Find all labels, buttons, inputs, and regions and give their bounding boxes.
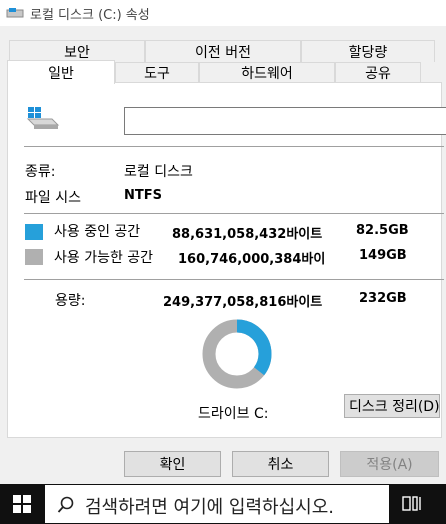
window-title: 로컬 디스크 (C:) 속성 xyxy=(30,8,150,23)
tab-quota[interactable]: 할당량 xyxy=(301,40,435,62)
free-space-swatch xyxy=(25,249,43,265)
used-space-label: 사용 중인 공간 xyxy=(54,224,141,240)
search-icon xyxy=(57,496,74,513)
type-value: 로컬 디스크 xyxy=(124,164,193,180)
used-space-bytes: 88,631,058,432바이트 xyxy=(172,227,323,242)
cancel-button[interactable]: 취소 xyxy=(232,451,329,477)
drive-icon xyxy=(26,107,60,129)
tab-previous-versions[interactable]: 이전 버전 xyxy=(145,40,301,62)
capacity-size: 232GB xyxy=(359,291,407,306)
type-label: 종류: xyxy=(25,164,56,180)
free-space-label: 사용 가능한 공간 xyxy=(54,250,154,266)
tab-hardware[interactable]: 하드웨어 xyxy=(199,62,335,83)
used-space-swatch xyxy=(25,224,43,240)
tab-general[interactable]: 일반 xyxy=(7,60,115,84)
capacity-bytes: 249,377,058,816바이트 xyxy=(163,295,323,310)
divider xyxy=(24,213,444,214)
search-placeholder: 검색하려면 여기에 입력하십시오. xyxy=(85,497,335,518)
tab-sharing[interactable]: 공유 xyxy=(335,62,421,83)
used-space-size: 82.5GB xyxy=(356,223,409,238)
divider xyxy=(24,279,444,280)
divider xyxy=(24,146,444,147)
apply-button[interactable]: 적용(A) xyxy=(340,451,439,477)
start-button[interactable] xyxy=(0,484,44,524)
taskbar-search-box[interactable]: 검색하려면 여기에 입력하십시오. xyxy=(44,484,390,524)
file-system-label: 파일 시스 xyxy=(25,190,81,206)
file-system-value: NTFS xyxy=(124,188,162,203)
free-space-bytes: 160,746,000,384바이 xyxy=(178,252,326,267)
free-space-size: 149GB xyxy=(359,248,407,263)
windows-logo-icon xyxy=(13,495,31,513)
disk-cleanup-button[interactable]: 디스크 정리(D) xyxy=(344,394,440,418)
disk-usage-donut xyxy=(202,319,272,389)
drive-label: 드라이브 C: xyxy=(198,406,269,422)
taskbar: 검색하려면 여기에 입력하십시오. xyxy=(0,484,446,524)
tab-tools[interactable]: 도구 xyxy=(115,62,199,83)
general-panel: 종류: 로컬 디스크 파일 시스 NTFS 사용 중인 공간 88,631,05… xyxy=(7,82,446,438)
title-bar: 로컬 디스크 (C:) 속성 xyxy=(0,0,446,26)
task-view-icon[interactable] xyxy=(402,495,424,513)
ok-button[interactable]: 확인 xyxy=(124,451,221,477)
capacity-label: 용량: xyxy=(55,293,86,309)
drive-icon xyxy=(6,8,24,18)
volume-name-input[interactable] xyxy=(124,107,446,135)
tab-security[interactable]: 보안 xyxy=(9,40,145,62)
